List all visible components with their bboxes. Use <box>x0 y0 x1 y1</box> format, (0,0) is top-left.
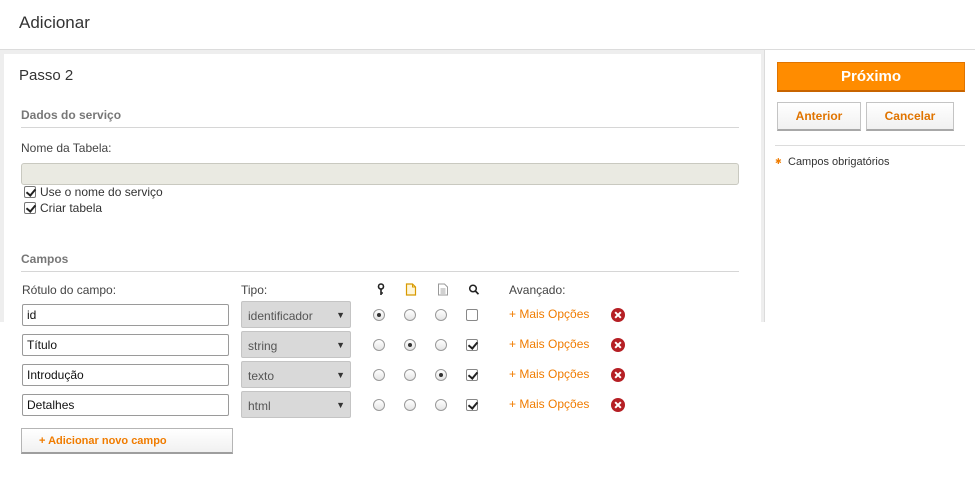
more-options-link[interactable]: + Mais Opções <box>509 397 589 411</box>
key-field-radio[interactable] <box>373 399 385 411</box>
field-type-select[interactable]: identificador ▼ <box>241 301 351 328</box>
content-field-radio[interactable] <box>435 339 447 351</box>
remove-field-icon[interactable] <box>611 398 625 412</box>
column-header-label: Rótulo do campo: <box>22 283 117 297</box>
page-title: Adicionar <box>19 13 90 32</box>
column-header-advanced: Avançado: <box>509 283 566 297</box>
field-label-input[interactable] <box>22 334 229 356</box>
title-field-radio[interactable] <box>404 369 416 381</box>
searchable-checkbox[interactable] <box>466 339 478 351</box>
content-field-radio[interactable] <box>435 399 447 411</box>
dropdown-arrow-icon: ▼ <box>336 400 345 410</box>
table-name-label: Nome da Tabela: <box>21 141 112 155</box>
key-field-radio[interactable] <box>373 309 385 321</box>
title-field-radio[interactable] <box>404 399 416 411</box>
field-label-input[interactable] <box>22 364 229 386</box>
title-field-radio[interactable] <box>404 339 416 351</box>
key-icon <box>377 283 385 295</box>
fields-section-divider <box>21 271 739 272</box>
table-name-input[interactable] <box>21 163 739 185</box>
searchable-checkbox[interactable] <box>466 369 478 381</box>
field-label-input[interactable] <box>22 304 229 326</box>
title-field-radio[interactable] <box>404 309 416 321</box>
remove-field-icon[interactable] <box>611 338 625 352</box>
service-section-divider <box>21 127 739 128</box>
field-type-value: identificador <box>248 309 313 323</box>
field-row: html ▼ + Mais Opções <box>0 391 764 424</box>
field-row: identificador ▼ + Mais Opções <box>0 301 764 334</box>
column-header-type: Tipo: <box>241 283 268 297</box>
remove-field-icon[interactable] <box>611 308 625 322</box>
text-document-icon <box>438 283 448 296</box>
more-options-link[interactable]: + Mais Opções <box>509 337 589 351</box>
field-label-input[interactable] <box>22 394 229 416</box>
field-row: texto ▼ + Mais Opções <box>0 361 764 394</box>
field-type-select[interactable]: string ▼ <box>241 331 351 358</box>
field-type-select[interactable]: html ▼ <box>241 391 351 418</box>
dropdown-arrow-icon: ▼ <box>336 340 345 350</box>
step-title: Passo 2 <box>19 67 74 84</box>
remove-field-icon[interactable] <box>611 368 625 382</box>
add-field-button[interactable]: + Adicionar novo campo <box>21 428 233 454</box>
document-icon <box>405 283 417 296</box>
content-field-radio[interactable] <box>435 369 447 381</box>
more-options-link[interactable]: + Mais Opções <box>509 307 589 321</box>
required-marker-icon: ✱ <box>775 157 782 166</box>
use-service-name-checkbox[interactable] <box>24 186 36 198</box>
service-section-title: Dados do serviço <box>21 108 122 122</box>
field-type-value: html <box>248 399 271 413</box>
create-table-label: Criar tabela <box>40 201 103 215</box>
required-fields-note: Campos obrigatórios <box>788 156 890 168</box>
previous-button[interactable]: Anterior <box>777 102 861 131</box>
create-table-checkbox[interactable] <box>24 202 36 214</box>
use-service-name-option[interactable]: Use o nome do serviço <box>24 185 163 199</box>
searchable-checkbox[interactable] <box>466 309 478 321</box>
more-options-link[interactable]: + Mais Opções <box>509 367 589 381</box>
field-type-select[interactable]: texto ▼ <box>241 361 351 388</box>
cancel-button[interactable]: Cancelar <box>866 102 954 131</box>
searchable-checkbox[interactable] <box>466 399 478 411</box>
sidebar-divider <box>775 145 965 146</box>
search-icon <box>468 284 480 295</box>
key-field-radio[interactable] <box>373 339 385 351</box>
dropdown-arrow-icon: ▼ <box>336 370 345 380</box>
field-row: string ▼ + Mais Opções <box>0 331 764 364</box>
field-type-value: string <box>248 339 278 353</box>
create-table-option[interactable]: Criar tabela <box>24 201 102 215</box>
use-service-name-label: Use o nome do serviço <box>40 185 163 199</box>
page-header: Adicionar <box>0 0 975 50</box>
dropdown-arrow-icon: ▼ <box>336 310 345 320</box>
field-type-value: texto <box>248 369 275 383</box>
key-field-radio[interactable] <box>373 369 385 381</box>
fields-section-title: Campos <box>21 252 69 266</box>
content-field-radio[interactable] <box>435 309 447 321</box>
next-button[interactable]: Próximo <box>777 62 965 92</box>
